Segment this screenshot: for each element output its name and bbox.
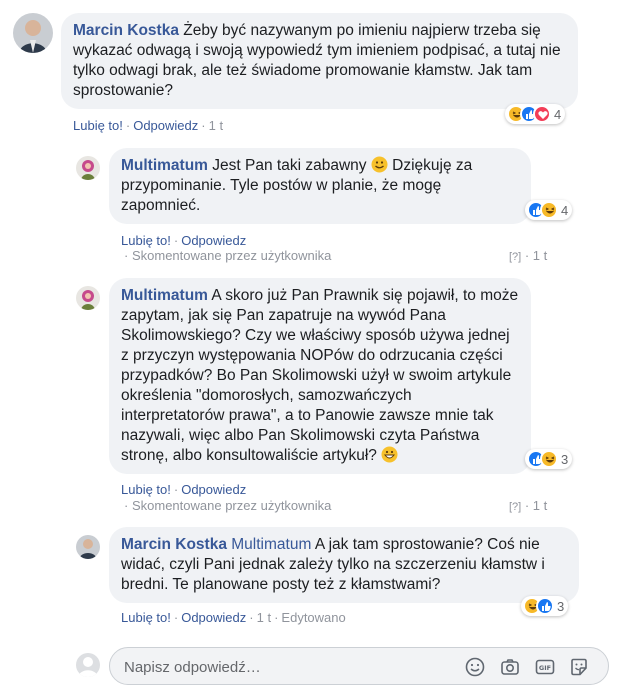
comment-bubble: Marcin Kostka Żeby być nazywanym po imie… (61, 13, 578, 109)
camera-icon[interactable] (500, 657, 520, 677)
avatar-multimatum[interactable] (76, 286, 100, 310)
like-button[interactable]: Lubię to! (121, 482, 171, 497)
current-user-avatar (76, 653, 100, 677)
reply-button[interactable]: Odpowiedz (133, 118, 198, 133)
reply-button[interactable]: Odpowiedz (181, 610, 246, 625)
haha-icon (540, 450, 558, 468)
edited-label[interactable]: Edytowano (281, 610, 345, 625)
reaction-count: 4 (561, 202, 569, 218)
reaction-count: 3 (561, 451, 569, 467)
grin-emoji-icon (381, 446, 398, 463)
reply-bubble: Marcin Kostka Multimatum A jak tam spros… (109, 527, 579, 603)
reaction-summary[interactable]: 3 (525, 449, 573, 469)
timestamp[interactable]: 1 t (257, 610, 271, 625)
reply-text: A skoro już Pan Prawnik się pojawił, to … (121, 287, 519, 464)
love-icon (533, 105, 551, 123)
comment-author[interactable]: Marcin Kostka (73, 22, 179, 39)
timestamp[interactable]: 1 t (209, 118, 223, 133)
reaction-summary[interactable]: 3 (521, 596, 569, 616)
reply-composer: GIF (109, 647, 609, 685)
reaction-count: 3 (557, 598, 565, 614)
reply-author[interactable]: Multimatum (121, 157, 208, 174)
haha-icon (540, 201, 558, 219)
timestamp[interactable]: 1 t (533, 248, 547, 263)
avatar-multimatum[interactable] (76, 156, 100, 180)
reaction-count: 4 (554, 106, 562, 122)
reply-button[interactable]: Odpowiedz (181, 233, 246, 248)
reply-actions: Lubię to! · Odpowiedz (121, 482, 247, 497)
svg-text:GIF: GIF (539, 664, 551, 672)
reply-meta: [?] · 1 t (509, 498, 548, 513)
reply-author[interactable]: Multimatum (121, 287, 208, 304)
emoji-icon[interactable] (465, 657, 485, 677)
reply-button[interactable]: Odpowiedz (181, 482, 246, 497)
help-link[interactable]: [?] (509, 251, 521, 263)
avatar-marcin[interactable] (76, 535, 100, 559)
reaction-summary[interactable]: 4 (505, 104, 566, 124)
reply-meta: [?] · 1 t (509, 248, 548, 263)
reply-author[interactable]: Marcin Kostka (121, 536, 227, 553)
gif-icon[interactable]: GIF (535, 657, 555, 677)
reply-bubble: Multimatum Jest Pan taki zabawny Dziękuj… (109, 148, 531, 224)
mention-link[interactable]: Multimatum (231, 536, 311, 553)
reply-input[interactable] (124, 657, 444, 677)
reply-bubble: Multimatum A skoro już Pan Prawnik się p… (109, 278, 531, 474)
like-icon (536, 597, 554, 615)
smile-emoji-icon (371, 156, 388, 173)
avatar-marcin[interactable] (13, 13, 53, 53)
comment-actions: Lubię to! · Odpowiedz · 1 t (73, 118, 224, 133)
commented-by-label: · Skomentowane przez użytkownika (124, 498, 332, 513)
like-button[interactable]: Lubię to! (73, 118, 123, 133)
help-link[interactable]: [?] (509, 501, 521, 513)
reply-actions: Lubię to! · Odpowiedz (121, 233, 247, 248)
commented-by-label: · Skomentowane przez użytkownika (124, 248, 332, 263)
reply-text-before: Jest Pan taki zabawny (212, 157, 367, 174)
timestamp[interactable]: 1 t (533, 498, 547, 513)
reply-actions: Lubię to! · Odpowiedz · 1 t · Edytowano (121, 610, 346, 625)
like-button[interactable]: Lubię to! (121, 610, 171, 625)
like-button[interactable]: Lubię to! (121, 233, 171, 248)
reaction-summary[interactable]: 4 (525, 200, 573, 220)
sticker-icon[interactable] (569, 657, 589, 677)
